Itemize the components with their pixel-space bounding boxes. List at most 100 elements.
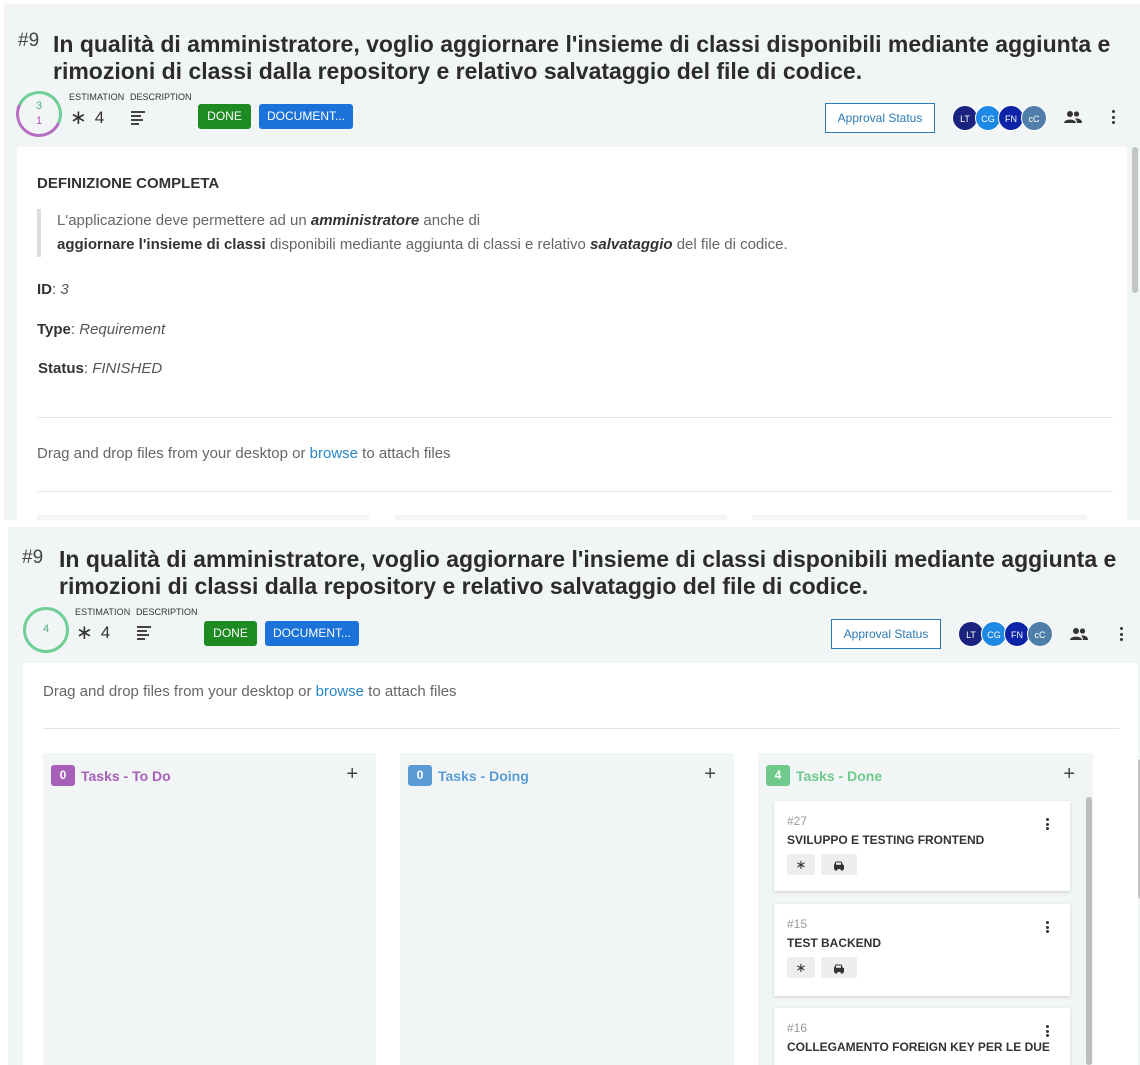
approval-status-button[interactable]: Approval Status	[825, 103, 935, 133]
story-title[interactable]: In qualità di amministratore, voglio agg…	[53, 31, 1113, 85]
story-tasks-card: Drag and drop files from your desktop or…	[23, 663, 1138, 1065]
quote-emphasis: salvataggio	[590, 236, 673, 253]
definition-quote: L'applicazione deve permettere ad un amm…	[37, 209, 1087, 257]
status-line: Status: FINISHED	[38, 360, 163, 377]
type-value: Requirement	[79, 321, 166, 338]
attach-dropzone[interactable]: Drag and drop files from your desktop or…	[37, 445, 451, 462]
kebab-menu-icon[interactable]	[1119, 627, 1123, 641]
quote-bold: aggiornare l'insieme di classi	[57, 236, 266, 253]
kebab-menu-icon[interactable]	[1111, 110, 1115, 124]
story-header: #9 In qualità di amministratore, voglio …	[4, 4, 1140, 146]
task-title: TEST BACKEND	[787, 936, 882, 950]
quote-text: disponibili mediante aggiunta di classi …	[265, 236, 591, 253]
browse-link[interactable]: browse	[316, 683, 364, 700]
description-lines-icon[interactable]	[131, 111, 145, 125]
browse-link[interactable]: browse	[310, 445, 358, 462]
kebab-menu-icon[interactable]	[1046, 1025, 1050, 1037]
progress-ring: 4	[23, 607, 69, 653]
column-title: Tasks - To Do	[81, 767, 171, 784]
task-number: #15	[787, 917, 808, 931]
column-title: Tasks - Done	[796, 767, 883, 784]
story-header: #9 In qualità di amministratore, voglio …	[8, 527, 1140, 669]
description-label: DESCRIPTION	[136, 607, 198, 617]
quote-text: L'applicazione deve permettere ad un	[57, 212, 311, 229]
story-panel-bottom: #9 In qualità di amministratore, voglio …	[8, 527, 1140, 1065]
estimation-value[interactable]: ∗ 4	[76, 623, 110, 643]
column-header: 0 Tasks - Doing	[408, 765, 529, 786]
status-tag[interactable]: DONE	[198, 104, 251, 129]
divider	[37, 417, 1113, 418]
asterisk-icon: ∗	[70, 107, 87, 129]
story-panel-top: #9 In qualità di amministratore, voglio …	[4, 4, 1140, 520]
asterisk-icon[interactable]: ∗	[787, 854, 815, 875]
kebab-menu-icon[interactable]	[1046, 921, 1050, 933]
task-card[interactable]: #16 COLLEGAMENTO FOREIGN KEY PER LE DUE	[774, 1008, 1070, 1065]
column-header: 0 Tasks - To Do	[51, 765, 171, 786]
column-scrollbar[interactable]	[1086, 797, 1092, 1065]
story-number: #9	[22, 547, 44, 568]
ring-todo-count: 1	[35, 115, 43, 127]
task-number: #27	[787, 814, 808, 828]
column-stub	[752, 515, 1087, 520]
task-number: #16	[787, 1021, 808, 1035]
task-card[interactable]: #15 TEST BACKEND ∗	[774, 904, 1070, 996]
task-title: SVILUPPO E TESTING FRONTEND	[787, 833, 985, 847]
id-line: ID: 3	[37, 281, 69, 298]
divider	[37, 491, 1113, 492]
type-tag[interactable]: DOCUMENT...	[265, 621, 359, 646]
approval-status-button[interactable]: Approval Status	[831, 619, 941, 649]
avatar[interactable]: cC	[1027, 621, 1053, 647]
column-todo: 0 Tasks - To Do +	[43, 753, 376, 1065]
column-stub	[395, 515, 727, 520]
attach-text: to attach files	[364, 683, 457, 700]
column-header: 4 Tasks - Done	[766, 765, 882, 786]
estimation-number: 4	[94, 108, 105, 127]
type-line: Type: Requirement	[37, 321, 166, 338]
id-value: 3	[60, 281, 69, 298]
column-stub	[37, 515, 369, 520]
plus-icon[interactable]: +	[346, 764, 358, 784]
ring-done-count: 3	[35, 100, 43, 112]
quote-text: anche di	[419, 212, 481, 229]
column-done: 4 Tasks - Done + #27 SVILUPPO E TESTING …	[758, 753, 1093, 1065]
attach-text: Drag and drop files from your desktop or	[37, 445, 310, 462]
divider	[43, 728, 1119, 729]
asterisk-icon[interactable]: ∗	[787, 957, 815, 978]
column-count: 0	[51, 765, 75, 786]
progress-ring: 3 1	[9, 84, 69, 144]
car-icon[interactable]	[821, 957, 857, 978]
people-icon[interactable]	[1064, 110, 1082, 124]
quote-emphasis: amministratore	[310, 212, 420, 229]
status-tag[interactable]: DONE	[204, 621, 257, 646]
type-tag[interactable]: DOCUMENT...	[259, 104, 353, 129]
task-card[interactable]: #27 SVILUPPO E TESTING FRONTEND ∗	[774, 801, 1070, 891]
plus-icon[interactable]: +	[704, 764, 716, 784]
status-label: Status	[38, 360, 84, 377]
estimation-value[interactable]: ∗ 4	[70, 108, 104, 128]
task-title: COLLEGAMENTO FOREIGN KEY PER LE DUE	[787, 1040, 1050, 1054]
column-title: Tasks - Doing	[438, 767, 529, 784]
estimation-label: ESTIMATION	[69, 92, 125, 102]
attach-text: Drag and drop files from your desktop or	[43, 683, 316, 700]
id-label: ID	[37, 281, 52, 298]
type-label: Type	[37, 321, 71, 338]
asterisk-icon: ∗	[76, 622, 93, 644]
quote-text: del file di codice.	[672, 236, 788, 253]
scrollbar[interactable]	[1132, 147, 1138, 293]
definition-title: DEFINIZIONE COMPLETA	[37, 175, 220, 192]
story-number: #9	[18, 30, 40, 51]
estimation-number: 4	[100, 623, 111, 642]
story-title[interactable]: In qualità di amministratore, voglio agg…	[59, 546, 1119, 600]
ring-total-count: 4	[42, 623, 50, 635]
avatar[interactable]: cC	[1021, 105, 1047, 131]
attach-text: to attach files	[358, 445, 451, 462]
assignee-avatars[interactable]: LT CG FN cC	[952, 105, 1052, 131]
people-icon[interactable]	[1070, 627, 1088, 641]
attach-dropzone[interactable]: Drag and drop files from your desktop or…	[43, 683, 457, 700]
assignee-avatars[interactable]: LT CG FN cC	[958, 621, 1058, 647]
kebab-menu-icon[interactable]	[1046, 818, 1050, 830]
status-value: FINISHED	[92, 360, 163, 377]
plus-icon[interactable]: +	[1063, 764, 1075, 784]
description-lines-icon[interactable]	[137, 626, 151, 640]
car-icon[interactable]	[821, 854, 857, 875]
